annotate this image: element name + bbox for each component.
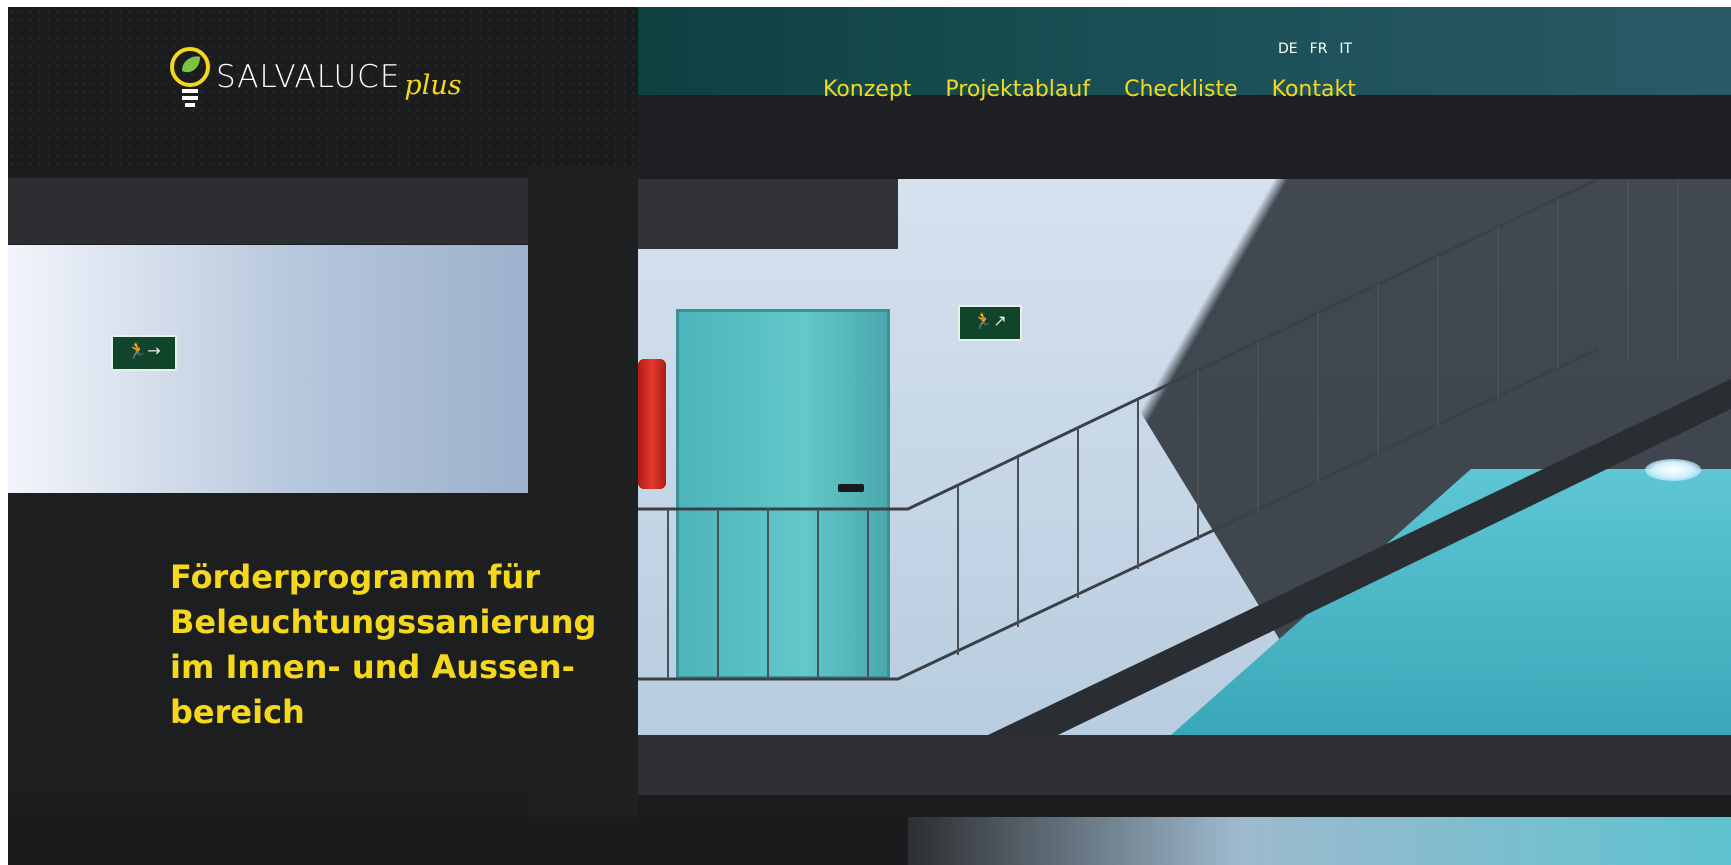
language-switcher: DE FR IT [1278, 41, 1352, 57]
nav-checkliste[interactable]: Checkliste [1124, 77, 1238, 102]
brand-logo[interactable]: SALVALUCE plus [168, 37, 508, 117]
nav-kontakt[interactable]: Kontakt [1272, 77, 1356, 102]
center-pillar [528, 167, 638, 865]
lower-floor-window [908, 817, 1731, 865]
left-lit-wall [8, 245, 528, 493]
stair-railing [638, 179, 1731, 735]
lang-de[interactable]: DE [1278, 41, 1298, 57]
hero-line-4: bereich [170, 693, 305, 731]
main-nav: Konzept Projektablauf Checkliste Kontakt [823, 77, 1356, 102]
hero-line-3: im Innen- und Aussen- [170, 648, 575, 686]
left-soffit [8, 178, 528, 244]
lang-it[interactable]: IT [1339, 41, 1352, 57]
hero-line-2: Beleuchtungssanierung [170, 603, 597, 641]
brand-name: SALVALUCE [216, 59, 401, 95]
brand-suffix: plus [404, 69, 462, 101]
page-viewport: 🏃→ 🏃↗ SALVALUCE plus DE FR IT Konzept Pr… [8, 7, 1731, 865]
nav-konzept[interactable]: Konzept [823, 77, 911, 102]
emergency-exit-icon: 🏃→ [111, 335, 177, 371]
lang-fr[interactable]: FR [1310, 41, 1328, 57]
hero-headline: Förderprogramm für Beleuchtungssanierung… [170, 555, 630, 735]
hero-line-1: Förderprogramm für [170, 558, 540, 596]
lightbulb-leaf-icon [168, 45, 212, 109]
lower-slab [638, 735, 1731, 795]
upper-floor-slab [638, 95, 1731, 179]
nav-projektablauf[interactable]: Projektablauf [945, 77, 1090, 102]
hero-background-photo: 🏃→ 🏃↗ [8, 7, 1731, 865]
lower-floor [8, 817, 1731, 865]
